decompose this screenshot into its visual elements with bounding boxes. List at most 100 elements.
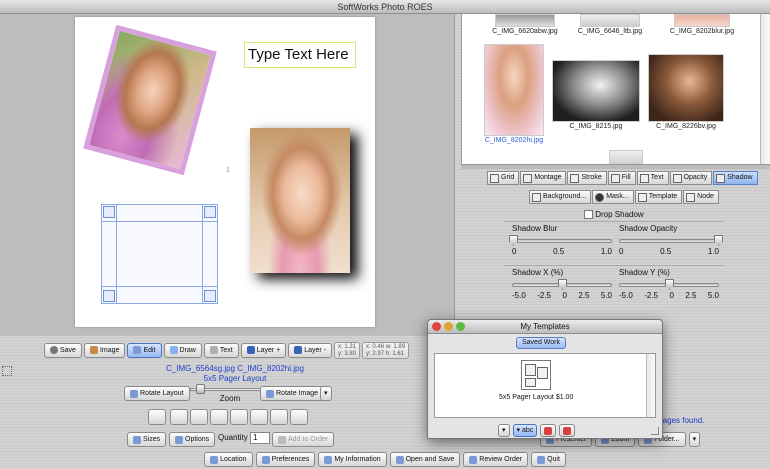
shadow-opacity-slider[interactable] <box>619 235 723 246</box>
quit-button[interactable]: Quit <box>531 452 566 467</box>
template-menu-button[interactable]: ▾ <box>498 424 510 437</box>
thumbnail-item[interactable]: C_IMG_6620abw.jpg <box>490 14 560 35</box>
crop-icon-button[interactable] <box>270 409 288 425</box>
shadow-x-slider[interactable] <box>512 279 612 290</box>
shadow-icon <box>716 173 726 183</box>
canvas-text-box[interactable]: Type Text Here <box>244 42 356 68</box>
slider-knob[interactable] <box>665 279 674 290</box>
numbering-icon-button[interactable] <box>190 409 208 425</box>
thumbnail-item-partial[interactable] <box>606 150 646 164</box>
save-button[interactable]: Save <box>44 342 82 358</box>
slider-knob[interactable] <box>558 279 567 290</box>
thumbnail-label: C_IMG_8226bv.jpg <box>656 123 716 130</box>
location-button[interactable]: Location <box>204 452 253 467</box>
shadow-y-slider[interactable] <box>619 279 719 290</box>
tab-background[interactable]: Background... <box>529 190 592 204</box>
image-tool-button[interactable]: Image <box>83 342 126 358</box>
tab-shadow[interactable]: Shadow <box>713 171 758 185</box>
background-icon <box>532 192 541 202</box>
tab-stroke[interactable]: Stroke <box>567 171 607 185</box>
align-icon-button[interactable] <box>210 409 228 425</box>
my-information-button[interactable]: My Information <box>318 452 387 467</box>
tab-mask[interactable]: Mask... <box>592 190 634 204</box>
add-icon <box>278 435 286 444</box>
tab-template[interactable]: Template <box>634 190 683 204</box>
rotate-layout-button[interactable]: Rotate Layout <box>124 386 190 401</box>
preferences-button[interactable]: Preferences <box>255 452 316 467</box>
slider-knob[interactable] <box>714 235 723 246</box>
quit-icon <box>537 455 546 464</box>
drop-shadow-option[interactable]: Drop Shadow <box>584 210 644 220</box>
layer-up-icon <box>246 346 255 354</box>
photo-shadowed-portrait[interactable] <box>250 128 350 273</box>
chevron-down-icon: ▾ <box>324 390 328 397</box>
draw-tool-button[interactable]: Draw <box>163 342 202 358</box>
layer-down-icon <box>294 346 303 354</box>
zoom-window-icon[interactable] <box>456 322 465 331</box>
sizes-button[interactable]: Sizes <box>127 432 167 447</box>
template-icon <box>637 192 647 202</box>
flip-icon-button[interactable] <box>290 409 308 425</box>
slider-knob[interactable] <box>509 235 518 246</box>
dialog-scrollbar[interactable] <box>646 354 655 417</box>
tab-text[interactable]: Text <box>636 171 669 185</box>
thumbnail-item[interactable]: C_IMG_8226bv.jpg <box>646 54 726 130</box>
close-icon[interactable] <box>432 322 441 331</box>
dialog-footer: ▾ ▾ abc <box>498 424 576 437</box>
layer-down-button[interactable]: Layer - <box>288 342 333 358</box>
options-button[interactable]: Options <box>169 432 216 447</box>
edit-tool-button[interactable]: Edit <box>127 342 162 358</box>
tab-grid[interactable]: Grid <box>487 171 520 185</box>
minimize-icon[interactable] <box>444 322 453 331</box>
quantity-label: Quantity <box>218 433 248 442</box>
add-to-order-button[interactable]: Add to Order <box>272 432 335 447</box>
tab-saved-work[interactable]: Saved Work <box>516 337 566 349</box>
crosshair-icon <box>169 346 178 354</box>
review-order-button[interactable]: Review Order <box>463 452 529 467</box>
text-tool-button[interactable]: Text <box>203 342 239 358</box>
thumbnail-item[interactable]: C_IMG_8202blur.jpg <box>662 14 742 35</box>
text-icon <box>639 173 649 183</box>
zoom-slider[interactable] <box>190 384 270 394</box>
thumbnail-item[interactable]: C_IMG_6646_ltb.jpg <box>570 14 650 35</box>
drop-shadow-checkbox[interactable] <box>584 210 593 220</box>
rotate-image-icon <box>266 389 274 398</box>
thumbnail-label: C_IMG_6646_ltb.jpg <box>577 28 643 35</box>
page-icon-button[interactable] <box>148 409 166 425</box>
rename-button[interactable]: ▾ abc <box>512 424 538 437</box>
delete-button[interactable] <box>540 424 557 437</box>
shadow-blur-slider[interactable] <box>509 235 612 246</box>
resize-grip[interactable] <box>651 427 659 435</box>
tab-node[interactable]: Node <box>683 190 719 204</box>
save-icon <box>50 346 58 354</box>
folder-dropdown-button[interactable]: ▾ <box>688 432 701 447</box>
tab-montage[interactable]: Montage <box>520 171 567 185</box>
selection-coordinates: x: 0.46 w: 1.89 y: 2.97 h: 1.61 <box>362 341 410 359</box>
tab-opacity[interactable]: Opacity <box>669 171 713 185</box>
print-icon-button[interactable] <box>230 409 248 425</box>
layout-name-label: 5x5 Pager Layout <box>203 374 267 383</box>
node-icon <box>686 192 696 202</box>
rotate-image-button[interactable]: Rotate Image <box>260 386 325 401</box>
empty-template-frame[interactable] <box>101 204 218 304</box>
layer-up-button[interactable]: Layer + <box>240 342 287 358</box>
template-thumbnail <box>521 360 552 390</box>
thumbnail-label: C_IMG_8202blur.jpg <box>669 28 735 35</box>
thumbnail-scrollbar[interactable] <box>760 14 770 164</box>
drop-shadow-label: Drop Shadow <box>595 210 644 219</box>
thumbnail-item[interactable]: C_IMG_8215.jpg <box>550 60 642 130</box>
distribute-icon-button[interactable] <box>250 409 268 425</box>
thumbnail-item-selected[interactable]: C_IMG_8202hi.jpg <box>482 44 546 144</box>
slider-title: Shadow X (%) <box>512 268 564 277</box>
saved-template-item[interactable]: 5x5 Pager Layout $1.00 <box>499 360 573 401</box>
fit-icon-button[interactable] <box>170 409 188 425</box>
rotate-dropdown-button[interactable]: ▾ <box>320 386 332 401</box>
saved-work-list: 5x5 Pager Layout $1.00 <box>434 353 656 418</box>
open-and-save-button[interactable]: Open and Save <box>389 452 461 467</box>
delete-all-button[interactable] <box>559 424 576 437</box>
page-number: 1 <box>226 167 230 174</box>
zoom-knob[interactable] <box>196 384 205 394</box>
cursor-coordinates: x: 1.31 y: 3.80 <box>334 341 361 359</box>
tab-fill[interactable]: Fill <box>607 171 636 185</box>
quantity-input[interactable]: 1 <box>250 432 271 444</box>
